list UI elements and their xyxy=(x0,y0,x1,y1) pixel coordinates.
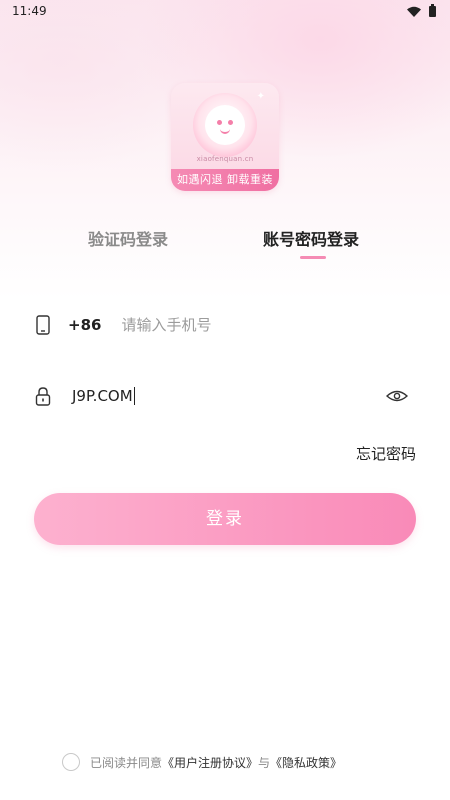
status-time: 11:49 xyxy=(12,4,47,18)
agreement-row: 已阅读并同意 《用户注册协议》 与 《隐私政策》 xyxy=(62,751,342,773)
app-logo: ✦ xiaofenquan.cn 如遇闪退 卸载重装 xyxy=(171,83,279,191)
agreement-checkbox[interactable] xyxy=(62,753,80,771)
terms-link[interactable]: 《用户注册协议》 xyxy=(162,754,258,771)
login-button[interactable]: 登录 xyxy=(34,493,416,545)
wifi-icon xyxy=(407,6,421,17)
agreement-prefix: 已阅读并同意 xyxy=(90,755,163,770)
forgot-password-link[interactable]: 忘记密码 xyxy=(356,443,416,464)
logo-banner: 如遇闪退 卸载重装 xyxy=(171,169,279,191)
tab-password-login[interactable]: 账号密码登录 xyxy=(263,226,359,250)
password-input[interactable]: J9P.COM xyxy=(72,387,135,405)
password-value: J9P.COM xyxy=(72,387,133,405)
agreement-joiner: 与 xyxy=(258,755,271,770)
phone-field: +86 xyxy=(34,310,416,340)
active-tab-indicator xyxy=(300,256,326,259)
phone-input[interactable] xyxy=(121,316,362,334)
country-code[interactable]: +86 xyxy=(68,316,101,334)
sparkle-icon: ✦ xyxy=(256,91,265,102)
password-field: J9P.COM xyxy=(34,381,416,411)
text-cursor xyxy=(133,387,135,405)
lock-icon xyxy=(34,386,52,406)
privacy-link[interactable]: 《隐私政策》 xyxy=(270,754,342,771)
status-icons xyxy=(407,3,436,17)
battery-icon xyxy=(429,3,436,17)
logo-url: xiaofenquan.cn xyxy=(196,155,254,163)
status-bar: 11:49 xyxy=(0,0,450,22)
phone-icon xyxy=(34,315,52,335)
login-tabs: 验证码登录 账号密码登录 xyxy=(0,226,450,266)
tab-sms-login[interactable]: 验证码登录 xyxy=(88,226,168,250)
logo-face-icon xyxy=(193,93,257,157)
eye-icon[interactable] xyxy=(385,386,409,406)
